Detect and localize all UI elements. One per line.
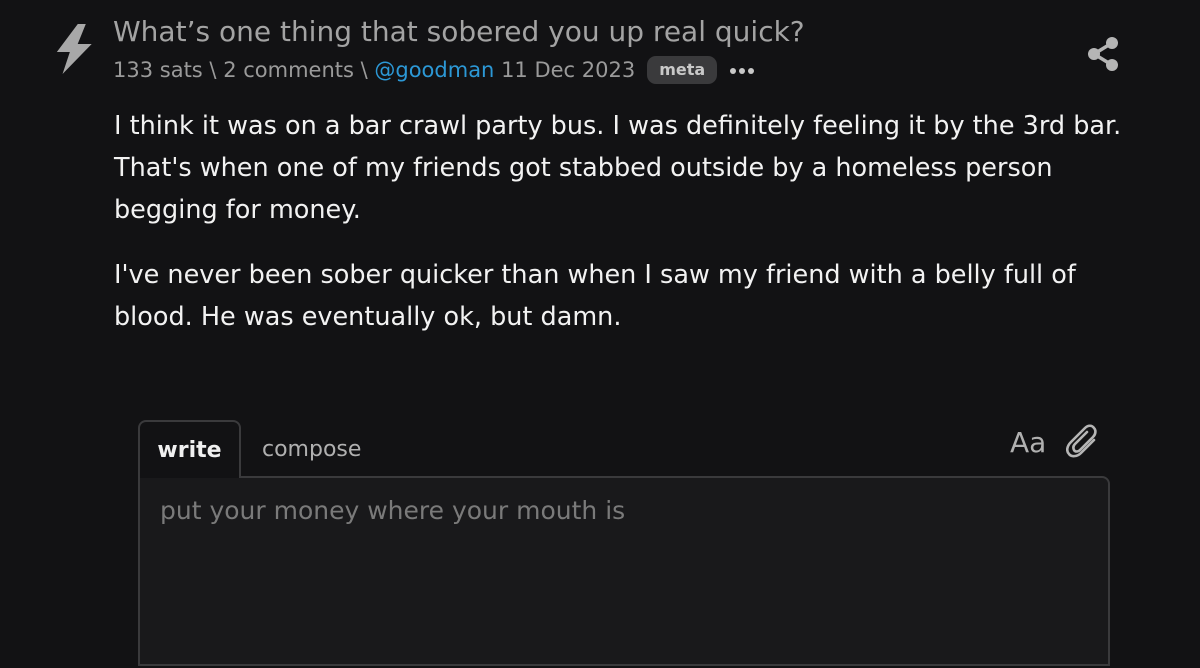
comment-textarea-container [138,476,1110,666]
comment-input[interactable] [140,478,1108,664]
paperclip-icon[interactable] [1066,424,1100,460]
category-badge[interactable]: meta [647,56,718,84]
comments-link[interactable]: 2 comments [223,55,354,85]
zap-icon[interactable] [56,22,98,76]
meta-separator: \ [202,58,224,82]
author-link[interactable]: @goodman [374,55,494,85]
editor-tabs: write compose Aa [138,420,1110,478]
more-icon[interactable] [729,66,755,76]
tab-compose[interactable]: compose [262,420,361,478]
post-meta: 133 sats \ 2 comments \ @goodman 11 Dec … [113,55,755,85]
text-style-icon[interactable]: Aa [1010,426,1046,460]
post-body: I think it was on a bar crawl party bus.… [114,105,1124,361]
share-icon[interactable] [1085,36,1121,72]
post-paragraph: I think it was on a bar crawl party bus.… [114,111,1122,225]
post-paragraph: I've never been sober quicker than when … [114,260,1076,332]
sats-count[interactable]: 133 sats [113,55,203,85]
post-title[interactable]: What’s one thing that sobered you up rea… [113,14,805,50]
meta-separator: \ [353,58,375,82]
comment-editor: write compose Aa [138,420,1110,666]
tab-write[interactable]: write [138,420,241,478]
post-date[interactable]: 11 Dec 2023 [501,55,635,85]
